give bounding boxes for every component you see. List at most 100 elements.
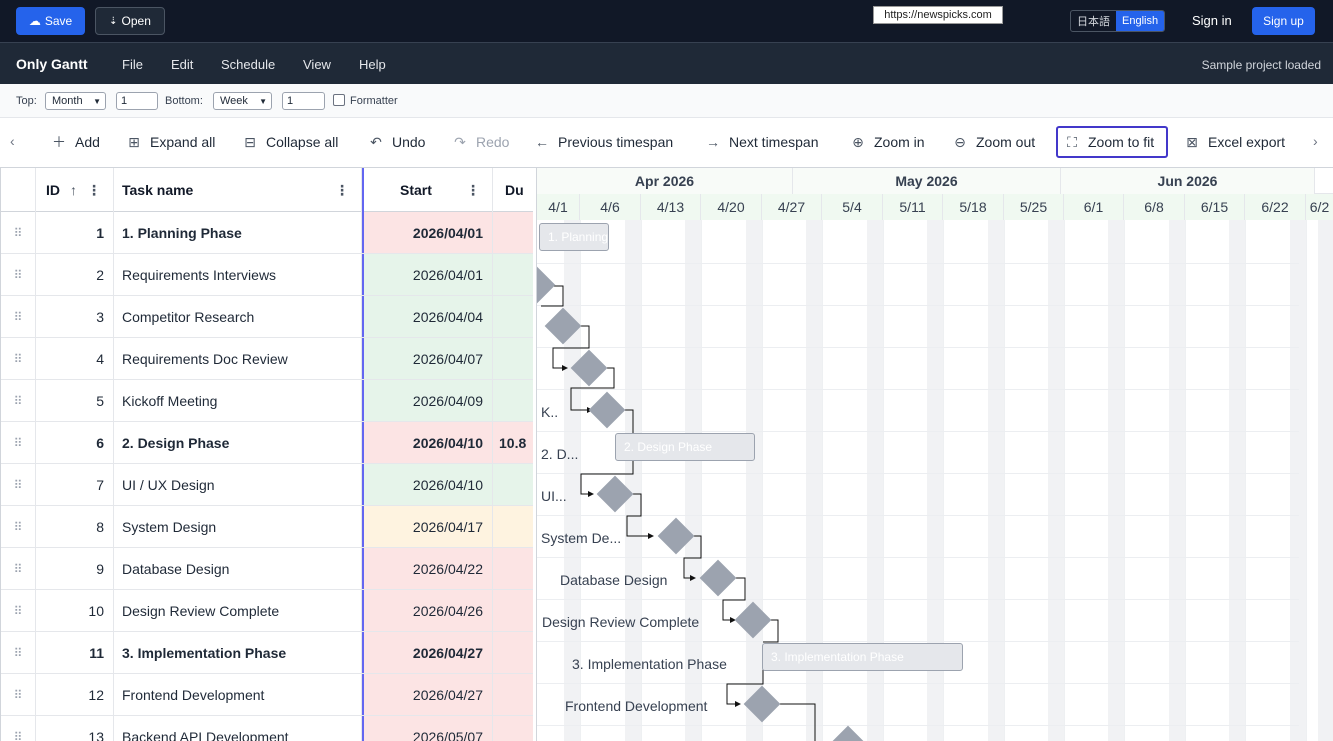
bar-design-phase[interactable]: 2. Design Phase — [615, 433, 755, 461]
table-row[interactable]: ⠿ 10 Design Review Complete 2026/04/26 — [1, 590, 533, 632]
cell-task-name[interactable]: Frontend Development — [114, 674, 362, 715]
table-row[interactable]: ⠿ 8 System Design 2026/04/17 — [1, 506, 533, 548]
cell-task-name[interactable]: Backend API Development — [114, 716, 362, 741]
cell-start[interactable]: 2026/04/17 — [362, 506, 493, 547]
cell-start[interactable]: 2026/04/04 — [362, 296, 493, 337]
drag-handle-icon[interactable]: ⠿ — [1, 212, 36, 253]
cell-task-name[interactable]: Competitor Research — [114, 296, 362, 337]
previous-timespan-button[interactable]: ← Previous timespan — [528, 126, 679, 158]
next-timespan-button[interactable]: → Next timespan — [699, 126, 824, 158]
drag-handle-icon[interactable]: ⠿ — [1, 632, 36, 673]
drag-handle-icon[interactable]: ⠿ — [1, 338, 36, 379]
table-row[interactable]: ⠿ 13 Backend API Development 2026/05/07 — [1, 716, 533, 741]
table-row[interactable]: ⠿ 7 UI / UX Design 2026/04/10 — [1, 464, 533, 506]
sign-up-button[interactable]: Sign up — [1252, 7, 1315, 35]
cell-duration[interactable] — [493, 338, 533, 379]
cell-duration[interactable] — [493, 254, 533, 295]
column-menu-icon[interactable]: ⋮ — [87, 182, 101, 199]
redo-button[interactable]: ↷ Redo — [446, 126, 515, 158]
cell-duration[interactable] — [493, 380, 533, 421]
cell-duration[interactable] — [493, 590, 533, 631]
cell-start[interactable]: 2026/04/26 — [362, 590, 493, 631]
cell-start[interactable]: 2026/04/27 — [362, 632, 493, 673]
table-row[interactable]: ⠿ 3 Competitor Research 2026/04/04 — [1, 296, 533, 338]
cell-duration[interactable] — [493, 212, 533, 253]
header-task-name[interactable]: Task name ⋮ — [114, 168, 362, 212]
column-menu-icon[interactable]: ⋮ — [466, 182, 480, 199]
cell-start[interactable]: 2026/04/10 — [362, 422, 493, 463]
table-row[interactable]: ⠿ 5 Kickoff Meeting 2026/04/09 — [1, 380, 533, 422]
cell-task-name[interactable]: 3. Implementation Phase — [114, 632, 362, 673]
scroll-left-icon[interactable]: ‹ — [10, 133, 15, 149]
table-row[interactable]: ⠿ 1 1. Planning Phase 2026/04/01 — [1, 212, 533, 254]
menu-schedule[interactable]: Schedule — [221, 57, 275, 72]
open-button[interactable]: ⇣ Open — [95, 7, 165, 35]
cell-duration[interactable] — [493, 632, 533, 673]
cell-start[interactable]: 2026/04/10 — [362, 464, 493, 505]
menu-file[interactable]: File — [122, 57, 143, 72]
cell-start[interactable]: 2026/04/07 — [362, 338, 493, 379]
cell-task-name[interactable]: UI / UX Design — [114, 464, 362, 505]
scroll-right-icon[interactable]: › — [1313, 133, 1318, 149]
cell-task-name[interactable]: Design Review Complete — [114, 590, 362, 631]
header-start[interactable]: Start ⋮ — [362, 168, 493, 212]
formatter-checkbox[interactable] — [333, 94, 345, 106]
bottom-unit-select[interactable]: Week ▼ — [213, 92, 272, 110]
collapse-all-button[interactable]: ⊟ Collapse all — [236, 126, 344, 158]
top-unit-select[interactable]: Month ▼ — [45, 92, 106, 110]
cell-task-name[interactable]: Database Design — [114, 548, 362, 589]
sign-in-link[interactable]: Sign in — [1192, 13, 1232, 28]
cell-duration[interactable] — [493, 296, 533, 337]
cell-duration[interactable] — [493, 464, 533, 505]
save-button[interactable]: ☁ Save — [16, 7, 85, 35]
drag-handle-icon[interactable]: ⠿ — [1, 590, 36, 631]
header-id[interactable]: ID ↑ ⋮ — [36, 168, 114, 212]
lang-en-button[interactable]: English — [1116, 11, 1165, 31]
cell-task-name[interactable]: 1. Planning Phase — [114, 212, 362, 253]
cell-start[interactable]: 2026/04/01 — [362, 254, 493, 295]
menu-edit[interactable]: Edit — [171, 57, 193, 72]
cell-duration[interactable]: 10.8 — [493, 422, 533, 463]
drag-handle-icon[interactable]: ⠿ — [1, 464, 36, 505]
table-row[interactable]: ⠿ 12 Frontend Development 2026/04/27 — [1, 674, 533, 716]
drag-handle-icon[interactable]: ⠿ — [1, 506, 36, 547]
drag-handle-icon[interactable]: ⠿ — [1, 716, 36, 741]
bar-implementation-phase[interactable]: 3. Implementation Phase — [762, 643, 963, 671]
cell-task-name[interactable]: Requirements Interviews — [114, 254, 362, 295]
drag-handle-icon[interactable]: ⠿ — [1, 674, 36, 715]
cell-task-name[interactable]: Requirements Doc Review — [114, 338, 362, 379]
bar-planning-phase[interactable]: 1. Planning — [539, 223, 609, 251]
cell-start[interactable]: 2026/05/07 — [362, 716, 493, 741]
cell-duration[interactable] — [493, 716, 533, 741]
table-row[interactable]: ⠿ 2 Requirements Interviews 2026/04/01 — [1, 254, 533, 296]
menu-help[interactable]: Help — [359, 57, 386, 72]
cell-start[interactable]: 2026/04/22 — [362, 548, 493, 589]
excel-export-button[interactable]: ⊠ Excel export — [1178, 126, 1291, 158]
zoom-out-button[interactable]: ⊖ Zoom out — [946, 126, 1041, 158]
column-menu-icon[interactable]: ⋮ — [335, 182, 349, 199]
table-row[interactable]: ⠿ 9 Database Design 2026/04/22 — [1, 548, 533, 590]
table-row[interactable]: ⠿ 6 2. Design Phase 2026/04/10 10.8 — [1, 422, 533, 464]
cell-duration[interactable] — [493, 674, 533, 715]
drag-handle-icon[interactable]: ⠿ — [1, 254, 36, 295]
lang-ja-button[interactable]: 日本語 — [1071, 11, 1116, 31]
zoom-to-fit-button[interactable]: ⛶ Zoom to fit — [1056, 126, 1168, 158]
expand-all-button[interactable]: ⊞ Expand all — [120, 126, 221, 158]
cell-task-name[interactable]: Kickoff Meeting — [114, 380, 362, 421]
drag-handle-icon[interactable]: ⠿ — [1, 296, 36, 337]
cell-task-name[interactable]: 2. Design Phase — [114, 422, 362, 463]
top-count-input[interactable]: 1 — [116, 92, 158, 110]
header-duration[interactable]: Du — [493, 168, 533, 212]
undo-button[interactable]: ↶ Undo — [362, 126, 431, 158]
zoom-in-button[interactable]: ⊕ Zoom in — [844, 126, 931, 158]
cell-duration[interactable] — [493, 506, 533, 547]
cell-start[interactable]: 2026/04/01 — [362, 212, 493, 253]
menu-view[interactable]: View — [303, 57, 331, 72]
drag-handle-icon[interactable]: ⠿ — [1, 380, 36, 421]
table-row[interactable]: ⠿ 4 Requirements Doc Review 2026/04/07 — [1, 338, 533, 380]
cell-task-name[interactable]: System Design — [114, 506, 362, 547]
drag-handle-icon[interactable]: ⠿ — [1, 422, 36, 463]
drag-handle-icon[interactable]: ⠿ — [1, 548, 36, 589]
add-button[interactable]: ＋ Add — [45, 126, 106, 158]
cell-duration[interactable] — [493, 548, 533, 589]
